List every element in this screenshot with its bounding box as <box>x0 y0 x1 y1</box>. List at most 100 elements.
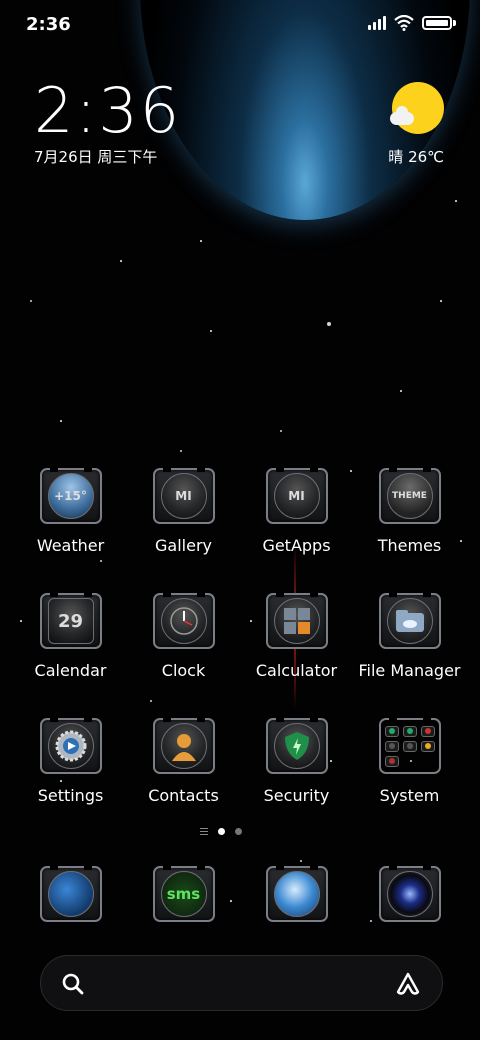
app-clock[interactable]: Clock <box>127 591 240 703</box>
calculator-keys <box>283 608 310 634</box>
folder-mini-icon <box>384 755 399 767</box>
star <box>120 260 122 262</box>
security-icon <box>265 716 328 774</box>
star <box>280 430 282 432</box>
app-calendar[interactable]: 29 Calendar <box>14 591 127 703</box>
battery-icon <box>422 16 452 30</box>
star <box>300 860 302 862</box>
folder-icon <box>378 716 441 774</box>
app-system[interactable]: System <box>353 716 466 828</box>
star <box>440 300 442 302</box>
folder-mini-icon <box>420 740 435 752</box>
page-dot[interactable] <box>235 828 242 835</box>
getapps-icon: MI <box>265 466 328 524</box>
weather-disc: +15° <box>47 473 94 519</box>
weather-icon: +15° <box>39 466 102 524</box>
star <box>327 322 331 326</box>
dock-browser[interactable] <box>240 864 353 926</box>
app-contacts[interactable]: Contacts <box>127 716 240 828</box>
sms-icon: sms <box>152 864 215 922</box>
camera-icon <box>378 864 441 922</box>
phone-icon <box>39 864 102 922</box>
search-icon[interactable] <box>61 972 85 996</box>
app-label: Gallery <box>155 536 212 555</box>
app-label: Themes <box>377 536 442 555</box>
status-time: 2:36 <box>26 14 71 35</box>
clock-disc <box>160 598 207 644</box>
contacts-disc <box>160 723 207 769</box>
browser-icon <box>265 864 328 922</box>
dock-phone[interactable] <box>14 864 127 926</box>
themes-icon: THEME <box>378 466 441 524</box>
widget-date: 7月26日 周三下午 <box>34 148 158 166</box>
weather-widget[interactable]: 晴 26℃ <box>388 82 444 167</box>
page-indicator <box>200 828 242 835</box>
app-file-manager[interactable]: File Manager <box>353 591 466 703</box>
calendar-icon: 29 <box>39 591 102 649</box>
security-disc <box>273 723 320 769</box>
assistant-icon[interactable] <box>394 970 422 998</box>
app-label: Security <box>263 786 330 805</box>
app-themes[interactable]: THEME Themes <box>353 466 466 578</box>
folder-mini-icon <box>420 725 435 737</box>
gallery-icon: MI <box>152 466 215 524</box>
star <box>30 300 32 302</box>
star <box>400 390 402 392</box>
app-label: Calculator <box>255 661 338 680</box>
clock-widget[interactable]: 2:36 7月26日 周三下午 <box>34 78 181 167</box>
star <box>210 330 212 332</box>
app-label: Clock <box>161 661 206 680</box>
star <box>200 240 202 242</box>
folder-cloud <box>395 610 424 632</box>
sunny-weather-icon <box>390 82 444 134</box>
app-label: Calendar <box>34 661 107 680</box>
shield-icon <box>284 732 309 760</box>
person-icon <box>171 734 196 761</box>
file-manager-icon <box>378 591 441 649</box>
settings-disc <box>47 723 94 769</box>
app-weather[interactable]: +15° Weather <box>14 466 127 578</box>
app-label: Settings <box>37 786 104 805</box>
search-bar[interactable] <box>40 955 443 1011</box>
page-dot-active[interactable] <box>218 828 225 835</box>
clock-hands <box>169 607 198 635</box>
app-gallery[interactable]: MI Gallery <box>127 466 240 578</box>
battery-cap <box>453 20 456 26</box>
app-security[interactable]: Security <box>240 716 353 828</box>
dock-sms[interactable]: sms <box>127 864 240 926</box>
folder-mini-icon <box>384 740 399 752</box>
file-manager-disc <box>386 598 433 644</box>
camera-disc <box>386 871 433 917</box>
clock-icon <box>152 591 215 649</box>
app-settings[interactable]: Settings <box>14 716 127 828</box>
signal-icon <box>368 16 386 30</box>
folder-mini-icon <box>384 725 399 737</box>
gallery-disc: MI <box>160 473 207 519</box>
weather-text: 晴 26℃ <box>388 148 444 166</box>
status-bar: 2:36 <box>0 0 480 50</box>
app-getapps[interactable]: MI GetApps <box>240 466 353 578</box>
folder-disc <box>382 722 438 770</box>
app-calculator[interactable]: Calculator <box>240 591 353 703</box>
gear-icon <box>55 730 86 762</box>
app-label: File Manager <box>358 661 461 680</box>
folder-mini-icon <box>402 725 417 737</box>
browser-disc <box>273 871 320 917</box>
app-label: Weather <box>36 536 105 555</box>
calculator-icon <box>265 591 328 649</box>
calculator-disc <box>273 598 320 644</box>
status-icons <box>368 15 456 31</box>
app-label: GetApps <box>262 536 331 555</box>
star <box>180 450 182 452</box>
app-label: System <box>379 786 440 805</box>
star <box>455 200 457 202</box>
widget-time: 2:36 <box>34 74 182 147</box>
folder-mini-icon <box>402 740 417 752</box>
phone-disc <box>47 871 94 917</box>
cloud-icon <box>390 106 414 125</box>
sms-disc: sms <box>160 871 207 917</box>
app-label: Contacts <box>148 786 219 805</box>
calendar-disc: 29 <box>47 598 94 644</box>
star <box>60 420 62 422</box>
dock-camera[interactable] <box>353 864 466 926</box>
